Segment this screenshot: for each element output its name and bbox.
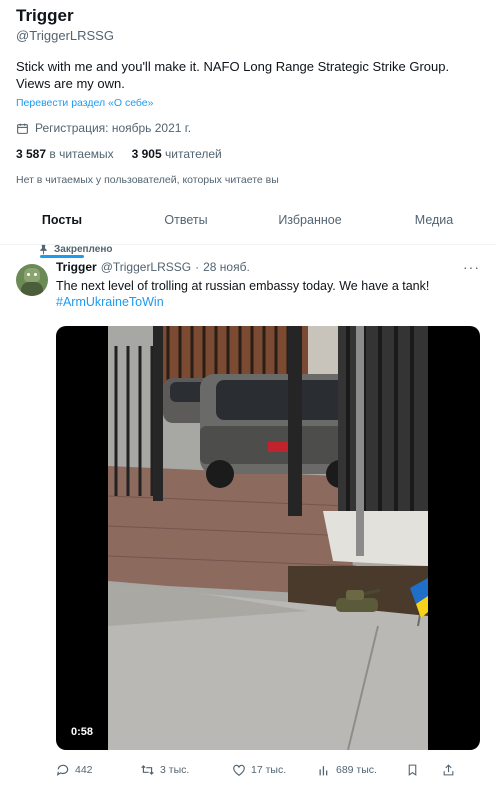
joined-text: Регистрация: ноябрь 2021 г. [35,121,192,135]
tweet-text: The next level of trolling at russian em… [56,279,430,293]
meta-separator: · [195,260,200,274]
share-button[interactable] [442,763,460,777]
heart-icon [233,764,245,776]
views-count: 689 тыс. [336,764,377,776]
pinned-label: Закреплено [54,243,113,255]
video-duration: 0:58 [66,724,99,740]
profile-name: Trigger [16,6,74,25]
tab-media-label: Медиа [414,213,454,227]
pinned-indicator: Закреплено [38,242,480,256]
following-label: в читаемых [49,147,114,161]
bookmark-icon [408,764,417,776]
video-frame [108,326,428,750]
profile-bio: Stick with me and you'll make it. NAFO L… [16,59,450,91]
views-icon [319,765,328,775]
tab-likes[interactable]: Избранное [248,209,372,244]
retweet-icon [141,765,154,775]
followers-count: 3 905 [131,147,162,161]
tweet-hashtag[interactable]: #ArmUkraineToWin [56,294,480,310]
tweet-actions: 442 3 тыс. 17 тыс. 689 тыс. [56,760,486,780]
tweet-author[interactable]: Trigger [56,260,97,275]
reply-button[interactable]: 442 [56,763,128,777]
bookmark-button[interactable] [406,763,424,777]
profile-page: Trigger @TriggerLRSSG Stick with me and … [0,0,496,800]
tab-posts[interactable]: Посты [0,209,124,258]
avatar[interactable] [16,264,48,296]
tab-media[interactable]: Медиа [372,209,496,244]
tweet-content: Trigger @TriggerLRSSG · 28 нояб. ··· The… [56,260,480,310]
video-scene-illustration [108,326,428,750]
calendar-icon [17,123,28,134]
avatar-eye [34,273,37,276]
tab-posts-label: Посты [41,213,83,227]
avatar-body-shape [21,282,43,296]
tweet-meta: Trigger @TriggerLRSSG · 28 нояб. ··· [56,260,480,275]
tweet-handle[interactable]: @TriggerLRSSG [101,260,191,275]
follow-stats: 3 587 в читаемых 3 905 читателей [16,147,480,161]
pin-icon [40,244,47,255]
reply-count: 442 [75,764,93,776]
like-button[interactable]: 17 тыс. [232,763,304,777]
like-count: 17 тыс. [251,764,287,776]
tweet-date[interactable]: 28 нояб. [203,260,250,275]
profile-tabs: Посты Ответы Избранное Медиа [0,209,496,258]
tab-replies-label: Ответы [164,213,208,227]
profile-handle: @TriggerLRSSG [16,28,114,43]
views-button[interactable]: 689 тыс. [318,764,400,777]
tweet-video[interactable]: 0:58 [56,326,480,750]
reply-icon [56,764,69,776]
avatar-eye [27,273,30,276]
more-options-icon[interactable]: ··· [463,260,480,275]
share-icon [443,764,454,776]
translate-bio-link[interactable]: Перевести раздел «О себе» [16,97,480,110]
following-count: 3 587 [16,147,47,161]
followers-label: читателей [165,147,222,161]
following-stat[interactable]: 3 587 в читаемых [16,147,114,161]
followers-you-know: Нет в читаемых у пользователей, которых … [16,174,279,186]
profile-header: Trigger @TriggerLRSSG Stick with me and … [0,0,496,187]
pinned-tweet[interactable]: Закреплено Trigger @TriggerLRSSG · 28 но… [0,242,496,310]
tab-likes-label: Избранное [278,213,342,227]
joined-date: Регистрация: ноябрь 2021 г. [16,121,480,135]
tab-replies[interactable]: Ответы [124,209,248,244]
followers-stat[interactable]: 3 905 читателей [132,147,222,161]
tweet-body: Trigger @TriggerLRSSG · 28 нояб. ··· The… [16,260,480,310]
retweet-count: 3 тыс. [160,764,190,776]
retweet-button[interactable]: 3 тыс. [140,763,210,777]
